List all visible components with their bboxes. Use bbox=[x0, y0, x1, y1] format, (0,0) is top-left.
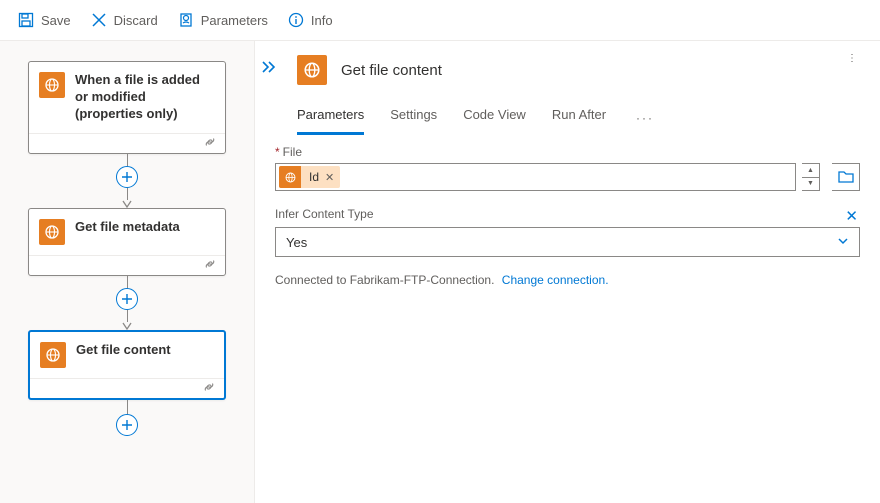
info-label: Info bbox=[311, 13, 333, 28]
connector bbox=[116, 276, 138, 330]
add-step-button[interactable] bbox=[116, 288, 138, 310]
infer-select[interactable]: Yes bbox=[275, 227, 860, 257]
tab-overflow-button[interactable]: ··· bbox=[632, 111, 658, 125]
dynamic-token-id[interactable]: Id ✕ bbox=[279, 166, 340, 188]
tab-code-view[interactable]: Code View bbox=[463, 101, 526, 135]
connection-icon bbox=[202, 380, 216, 397]
file-field: *File Id ✕ ▲ ▼ bbox=[275, 145, 860, 191]
save-icon bbox=[18, 12, 34, 28]
add-step-button[interactable] bbox=[116, 166, 138, 188]
connection-status: Connected to Fabrikam-FTP-Connection. Ch… bbox=[275, 273, 860, 287]
designer-canvas[interactable]: When a file is added or modified (proper… bbox=[0, 41, 255, 503]
main-area: When a file is added or modified (proper… bbox=[0, 41, 880, 503]
token-remove-button[interactable]: ✕ bbox=[325, 171, 334, 184]
stepper-down-icon[interactable]: ▼ bbox=[802, 178, 819, 191]
infer-field: Infer Content Type ✕ Yes bbox=[275, 205, 860, 257]
parameters-icon bbox=[178, 12, 194, 28]
action-node-metadata[interactable]: Get file metadata bbox=[28, 208, 226, 276]
file-input[interactable]: Id ✕ bbox=[275, 163, 796, 191]
node-title: Get file content bbox=[76, 342, 171, 359]
sftp-icon bbox=[39, 219, 65, 245]
info-icon bbox=[288, 12, 304, 28]
discard-label: Discard bbox=[114, 13, 158, 28]
discard-button[interactable]: Discard bbox=[83, 8, 166, 32]
save-button[interactable]: Save bbox=[10, 8, 79, 32]
tab-parameters[interactable]: Parameters bbox=[297, 101, 364, 135]
file-stepper[interactable]: ▲ ▼ bbox=[802, 163, 820, 191]
details-panel: ⋮ Get file content Parameters Settings C… bbox=[255, 41, 880, 503]
stepper-up-icon[interactable]: ▲ bbox=[802, 164, 819, 178]
infer-label: Infer Content Type bbox=[275, 207, 374, 221]
connector bbox=[116, 154, 138, 208]
connector-end bbox=[116, 400, 138, 436]
arrow-icon bbox=[122, 200, 132, 208]
infer-value: Yes bbox=[286, 235, 307, 250]
token-label: Id bbox=[309, 170, 319, 184]
file-label: File bbox=[283, 145, 302, 159]
action-node-content[interactable]: Get file content bbox=[28, 330, 226, 400]
parameters-button[interactable]: Parameters bbox=[170, 8, 276, 32]
arrow-icon bbox=[122, 322, 132, 330]
connection-icon bbox=[203, 257, 217, 274]
sftp-icon bbox=[279, 166, 301, 188]
node-title: When a file is added or modified (proper… bbox=[75, 72, 215, 123]
required-indicator: * bbox=[275, 145, 280, 159]
info-button[interactable]: Info bbox=[280, 8, 341, 32]
sftp-icon bbox=[39, 72, 65, 98]
close-icon bbox=[91, 12, 107, 28]
command-bar: Save Discard Parameters Info bbox=[0, 0, 880, 41]
panel-tabs: Parameters Settings Code View Run After … bbox=[297, 101, 860, 135]
connection-icon bbox=[203, 135, 217, 152]
add-step-button[interactable] bbox=[116, 414, 138, 436]
panel-more-icon[interactable]: ⋮ bbox=[847, 53, 858, 64]
panel-title: Get file content bbox=[341, 62, 442, 79]
clear-infer-button[interactable]: ✕ bbox=[843, 205, 860, 227]
tab-settings[interactable]: Settings bbox=[390, 101, 437, 135]
connection-name: Fabrikam-FTP-Connection. bbox=[350, 273, 495, 287]
connected-prefix: Connected to bbox=[275, 273, 350, 287]
sftp-icon bbox=[297, 55, 327, 85]
save-label: Save bbox=[41, 13, 71, 28]
node-title: Get file metadata bbox=[75, 219, 180, 236]
change-connection-link[interactable]: Change connection. bbox=[502, 273, 609, 287]
chevron-down-icon bbox=[837, 235, 849, 250]
parameters-label: Parameters bbox=[201, 13, 268, 28]
file-picker-button[interactable] bbox=[832, 163, 860, 191]
trigger-node[interactable]: When a file is added or modified (proper… bbox=[28, 61, 226, 154]
tab-run-after[interactable]: Run After bbox=[552, 101, 606, 135]
sftp-icon bbox=[40, 342, 66, 368]
collapse-panel-button[interactable] bbox=[261, 61, 277, 76]
